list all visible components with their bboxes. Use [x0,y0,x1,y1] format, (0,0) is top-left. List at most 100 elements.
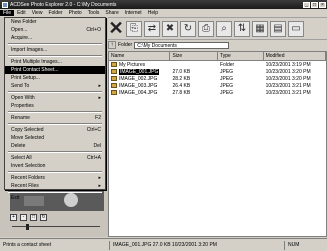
file-menu-item[interactable]: Import Images... [5,46,105,54]
status-indicator: NUM [288,241,300,248]
view-icon[interactable]: ▦ [252,20,268,37]
file-size-cell: 27.8 KB [172,89,191,96]
table-row[interactable]: IMAGE_004.JPG 27.8 KB JPEG 10/23/2001 3:21 … [109,89,326,96]
zoom-in-icon[interactable]: + [10,213,17,221]
file-menu-item-shortcut: Ctrl+O [86,27,101,33]
file-menu-item-label: Exit [11,195,20,201]
menu-file[interactable]: File [0,10,15,16]
menu-separator [8,123,102,125]
menu-internet[interactable]: Internet [122,10,145,16]
delete-icon[interactable]: ✖ [162,20,178,37]
file-name-cell: IMAGE_003.JPG [109,83,170,89]
menu-folder[interactable]: Folder [45,10,65,16]
minimize-button[interactable]: _ [303,1,310,8]
table-row[interactable]: IMAGE_003.JPG 26.4 KB JPEG 10/23/2001 3:21 … [109,82,326,89]
file-menu-item-shortcut: ▸ [98,183,101,189]
file-menu-item[interactable]: Properties [5,102,105,110]
menu-separator [8,55,102,57]
file-menu-item[interactable]: New Folder [5,18,105,26]
file-menu-item-label: Rename [11,115,30,121]
file-modified-cell: 10/23/2001 3:21 PM [265,89,311,96]
file-menu-item-label: Open With [11,95,35,101]
close-icon[interactable]: ✕ [108,18,124,38]
file-menu-item-label: Copy Selected [11,127,44,133]
image-file-icon [111,76,117,81]
file-menu-item-shortcut: ▸ [98,95,101,101]
file-menu-dropdown: New Folder Open... Ctrl+O Acquire... Import … [4,17,106,201]
file-menu-item-label: Print Contact Sheet... [11,67,59,73]
file-menu-item-shortcut: Ctrl+A [86,155,101,161]
table-row[interactable]: IMAGE_001.JPG 27.0 KB JPEG 10/23/2001 3:20 … [109,68,326,75]
file-menu-item[interactable]: Rename F2 [5,114,105,122]
file-menu-item-shortcut: F2 [95,115,101,121]
file-menu-item[interactable]: Open With ▸ [5,94,105,102]
file-menu-item[interactable]: Move Selected [5,134,105,142]
file-type-cell: JPEG [220,89,234,96]
file-size-cell: 27.0 KB [172,68,191,75]
title-bar: ACDSee Photo Explorer 2.0 - C:\My Docume… [0,0,327,9]
column-header-name[interactable]: Name [109,52,171,60]
file-menu-item-shortcut: ▸ [98,175,101,181]
close-window-button[interactable]: × [319,1,326,8]
file-menu-item-label: Print Multiple Images... [11,59,62,65]
file-name-cell: My Pictures [109,62,170,68]
sort-icon[interactable]: ⇅ [234,20,250,37]
menu-edit[interactable]: Edit [14,10,29,16]
file-menu-item[interactable]: Acquire... [5,34,105,42]
address-input[interactable]: C:\My Documents [134,41,230,49]
file-menu-item[interactable]: Invert Selection [5,162,105,170]
menu-separator [8,151,102,153]
file-menu-item[interactable]: Select All Ctrl+A [5,154,105,162]
file-menu-item-label: Print Setup... [11,75,40,81]
file-menu-item-label: Import Images... [11,47,48,53]
file-name: IMAGE_002.JPG [119,75,158,82]
rotate-icon[interactable]: ↻ [40,213,47,221]
maximize-button[interactable]: □ [311,1,318,8]
folder-icon [111,62,117,67]
print-icon[interactable]: ⎙ [198,20,214,37]
zoom-slider[interactable] [12,224,100,230]
file-menu-item[interactable]: Delete Del [5,142,105,150]
file-menu-item[interactable]: Copy Selected Ctrl+C [5,126,105,134]
app-icon [2,1,8,8]
file-menu-item[interactable]: Print Contact Sheet... [5,66,105,74]
slider-thumb[interactable] [26,224,29,230]
file-modified-cell: 10/23/2001 3:19 PM [265,61,311,68]
file-menu-item[interactable]: Recent Files ▸ [5,182,105,190]
menu-share[interactable]: Share [102,10,121,16]
file-menu-item[interactable]: Recent Folders ▸ [5,174,105,182]
column-header-modified[interactable]: Modified [264,52,326,60]
menu-separator [8,111,102,113]
rotate-icon[interactable]: ↻ [180,20,196,37]
file-menu-item-label: Recent Files [11,183,39,189]
move-icon[interactable]: ⇄ [144,20,160,37]
main-toolbar: ✕ ⎘ ⇄ ✖ ↻ ⎙ ⌕ ⇅ ▦ ▤ ▭ [108,18,327,40]
menu-separator [8,43,102,45]
zoom-out-icon[interactable]: - [20,213,27,221]
file-menu-item-shortcut: Ctrl+C [86,127,101,133]
file-menu-item[interactable]: Open... Ctrl+O [5,26,105,34]
folder-icon[interactable]: ▭ [288,20,304,37]
thumbnail-icon[interactable]: ▤ [270,20,286,37]
table-row[interactable]: IMAGE_002.JPG 28.2 KB JPEG 10/23/2001 3:20 … [109,75,326,82]
file-menu-item[interactable]: Print Setup... [5,74,105,82]
file-name-cell: IMAGE_004.JPG [109,90,170,96]
menu-photo[interactable]: Photo [66,10,85,16]
menu-help[interactable]: Help [145,10,161,16]
file-modified-cell: 10/23/2001 3:20 PM [265,75,311,82]
menu-tools[interactable]: Tools [85,10,103,16]
file-menu-item[interactable]: Print Multiple Images... [5,58,105,66]
menu-view[interactable]: View [29,10,46,16]
file-name: IMAGE_001.JPG [119,68,160,75]
column-header-size[interactable]: Size [170,52,218,60]
file-menu-item[interactable]: Exit [5,194,105,202]
copy-icon[interactable]: ⎘ [126,20,142,37]
file-name: IMAGE_003.JPG [119,82,158,89]
column-header-type[interactable]: Type [218,52,264,60]
fit-icon[interactable]: □ [30,213,37,221]
table-row[interactable]: My Pictures Folder 10/23/2001 3:19 PM [109,61,326,68]
zoom-icon[interactable]: ⌕ [216,20,232,37]
file-menu-item-label: Invert Selection [11,163,46,169]
file-menu-item[interactable]: Send To ▸ [5,82,105,90]
up-folder-icon[interactable]: ↑ [108,41,116,49]
